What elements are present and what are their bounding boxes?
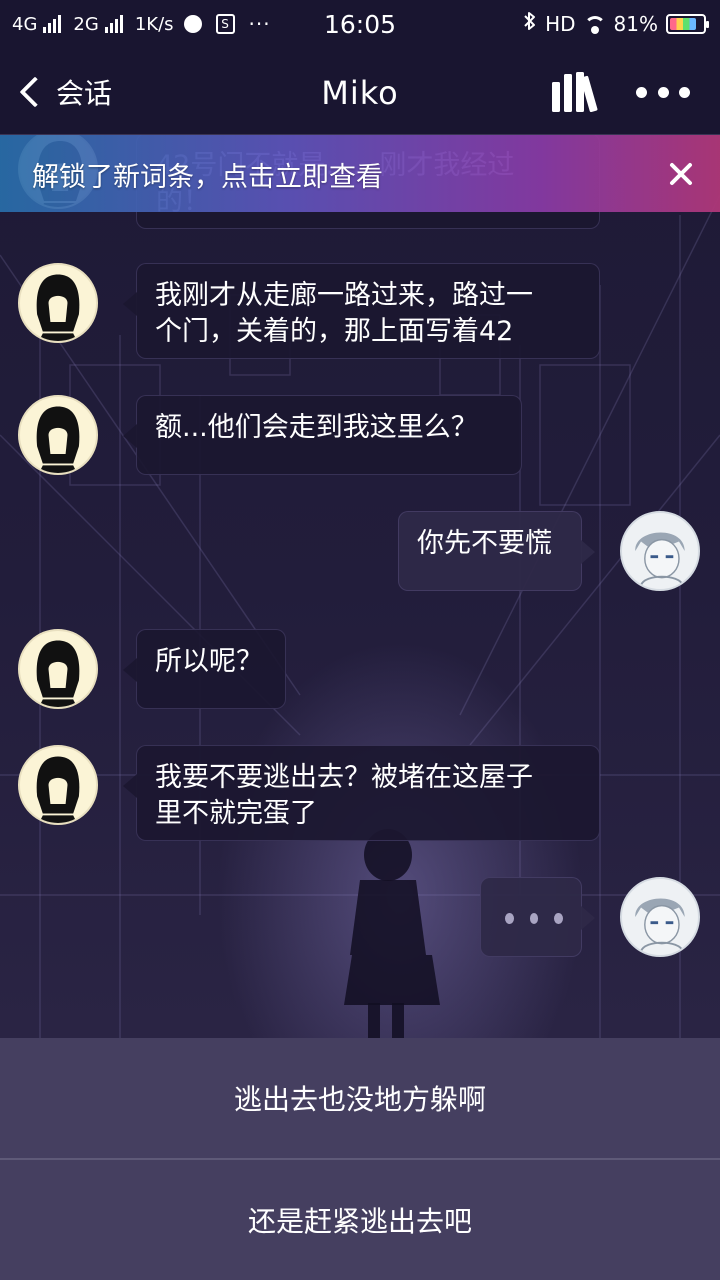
back-label: 会话 bbox=[56, 77, 113, 110]
girl-avatar-icon bbox=[36, 640, 80, 707]
girl-avatar-icon bbox=[36, 756, 80, 823]
books-icon[interactable] bbox=[552, 72, 598, 113]
nav-bar: 会话 Miko bbox=[0, 50, 720, 135]
message-bubble: 额...他们会走到我这里么？ bbox=[123, 395, 522, 475]
status-right: HD 81% bbox=[523, 10, 709, 38]
status-left: 4G 2G 1K/s S ··· bbox=[12, 12, 271, 36]
message-text-line: 个门，关着的，那上面写着42 bbox=[155, 316, 514, 347]
browser-icon bbox=[183, 15, 202, 33]
boy-avatar-icon bbox=[635, 898, 685, 952]
avatar-self[interactable] bbox=[620, 511, 700, 591]
reply-option-2[interactable]: 还是赶紧逃出去吧 bbox=[0, 1160, 720, 1280]
message-text: 你先不要慌 bbox=[417, 528, 552, 559]
reply-option-1[interactable]: 逃出去也没地方躲啊 bbox=[0, 1038, 720, 1158]
typing-dots-icon bbox=[499, 892, 564, 944]
chevron-left-icon bbox=[19, 76, 51, 108]
network-type-2: 2G bbox=[73, 13, 99, 35]
close-icon[interactable] bbox=[662, 155, 700, 193]
signal-icon bbox=[43, 15, 62, 33]
hd-label: HD bbox=[545, 12, 576, 36]
back-button[interactable]: 会话 bbox=[16, 70, 112, 114]
chat-area[interactable]: 42号门不就是……刚才我经过 的！ 我刚才从走廊一路过来，路过一 个门，关着的，… bbox=[0, 135, 720, 1038]
more-notifications-icon: ··· bbox=[248, 12, 271, 36]
boy-avatar-icon bbox=[635, 532, 685, 586]
battery-percent: 81% bbox=[613, 12, 658, 36]
message-bubble: 我要不要逃出去？被堵在这屋子 里不就完蛋了 bbox=[123, 745, 600, 841]
message-bubble: 所以呢？ bbox=[123, 629, 286, 709]
unlock-entry-banner[interactable]: 解锁了新词条，点击立即查看 bbox=[0, 135, 720, 212]
message-text: 所以呢？ bbox=[155, 646, 263, 677]
message-text-line: 我要不要逃出去？被堵在这屋子 bbox=[155, 762, 533, 793]
message-bubble-self: 你先不要慌 bbox=[398, 511, 595, 591]
signal-icon-2 bbox=[104, 15, 123, 33]
girl-avatar-icon bbox=[36, 406, 80, 473]
status-bar: 4G 2G 1K/s S ··· 16:05 HD 81% bbox=[0, 0, 720, 50]
avatar-self[interactable] bbox=[620, 877, 700, 957]
message-text-line: 我刚才从走廊一路过来，路过一 bbox=[155, 280, 533, 311]
network-speed: 1K/s bbox=[134, 13, 174, 35]
avatar[interactable] bbox=[18, 629, 98, 709]
message-text: 额...他们会走到我这里么？ bbox=[155, 412, 478, 443]
message-text-line: 里不就完蛋了 bbox=[155, 798, 317, 829]
wifi-icon bbox=[583, 16, 606, 34]
girl-avatar-icon bbox=[36, 274, 80, 341]
avatar[interactable] bbox=[18, 263, 98, 343]
message-bubble: 我刚才从走廊一路过来，路过一 个门，关着的，那上面写着42 bbox=[123, 263, 600, 359]
network-type-1: 4G bbox=[12, 13, 38, 35]
more-dots-icon[interactable] bbox=[636, 74, 690, 110]
avatar[interactable] bbox=[18, 395, 98, 475]
notification-icon: S bbox=[215, 14, 235, 34]
typing-indicator-bubble bbox=[480, 877, 595, 957]
page-title: Miko bbox=[321, 74, 399, 112]
bluetooth-icon bbox=[523, 10, 537, 38]
unlock-banner-text: 解锁了新词条，点击立即查看 bbox=[32, 162, 383, 193]
avatar[interactable] bbox=[18, 745, 98, 825]
battery-icon bbox=[666, 14, 709, 34]
reply-options: 逃出去也没地方躲啊 还是赶紧逃出去吧 bbox=[0, 1038, 720, 1280]
